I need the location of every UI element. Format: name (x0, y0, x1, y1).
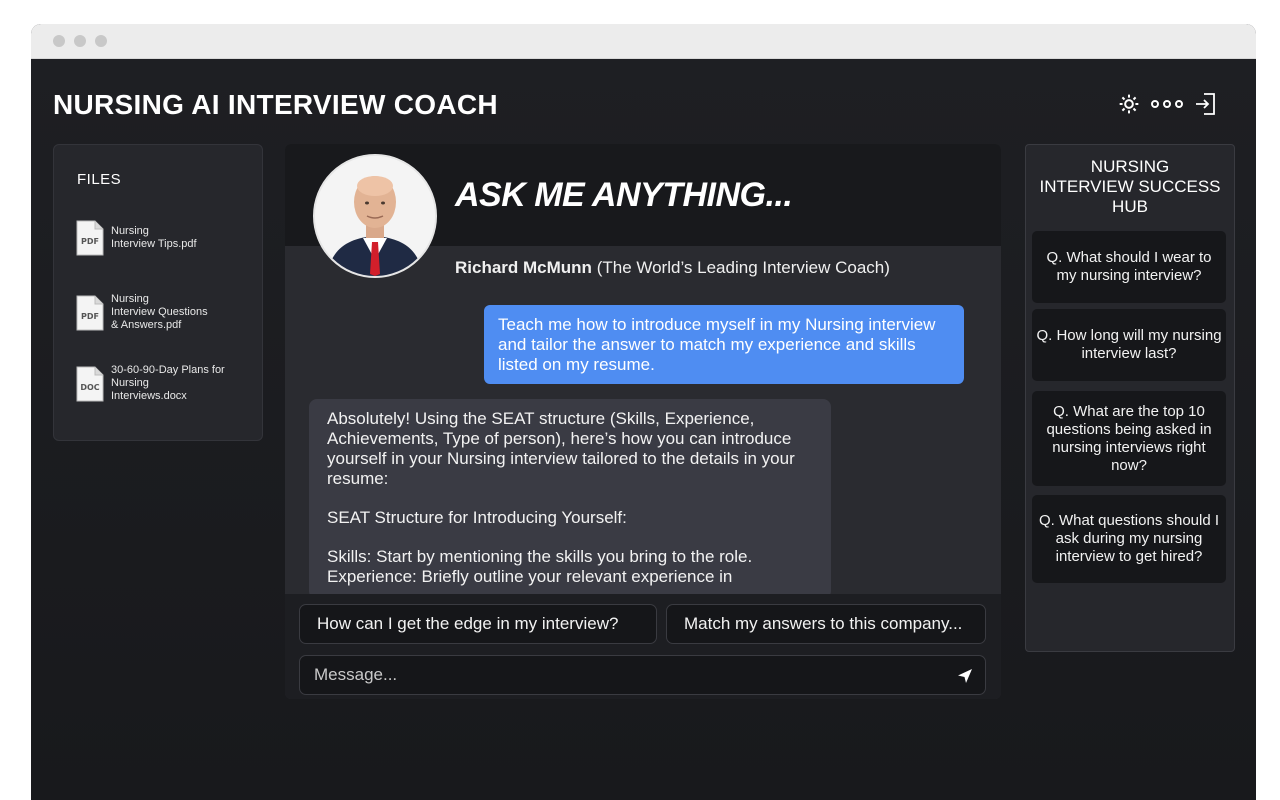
success-hub-panel: NURSING INTERVIEW SUCCESS HUB Q. What sh… (1025, 144, 1235, 652)
files-title: FILES (77, 171, 122, 188)
gear-icon[interactable] (1118, 93, 1140, 115)
hub-question[interactable]: Q. What questions should I ask during my… (1032, 495, 1226, 583)
coach-avatar (313, 154, 437, 278)
coach-tagline: (The World’s Leading Interview Coach) (596, 258, 890, 277)
files-panel: FILES PDF Nursing Interview Tips.pdf PDF… (53, 144, 263, 441)
doc-file-icon: DOC (76, 366, 104, 402)
message-box (299, 655, 986, 695)
hub-question[interactable]: Q. What should I wear to my nursing inte… (1032, 231, 1226, 303)
app-body: NURSING AI INTERVIEW COACH FILES PDF Nur… (31, 59, 1256, 800)
file-item[interactable]: PDF Nursing Interview Questions & Answer… (76, 293, 239, 332)
bot-message-paragraph: SEAT Structure for Introducing Yourself: (327, 508, 627, 527)
chat-panel: ASK ME ANYTHING... Richard McMunn (The W… (285, 144, 1001, 699)
message-input[interactable] (300, 656, 968, 694)
chat-footer: How can I get the edge in my interview? … (285, 594, 1001, 699)
file-name: Nursing Interview Tips.pdf (111, 225, 197, 250)
pdf-file-icon: PDF (76, 220, 104, 256)
file-name: 30-60-90-Day Plans for Nursing Interview… (111, 364, 225, 402)
chat-heading: ASK ME ANYTHING... (455, 176, 793, 214)
bot-message-paragraph: Absolutely! Using the SEAT structure (Sk… (327, 409, 795, 488)
send-icon[interactable] (955, 666, 975, 686)
window-close-dot[interactable] (53, 35, 65, 47)
header-actions (1118, 92, 1216, 116)
suggestion-button[interactable]: How can I get the edge in my interview? (299, 604, 657, 644)
app-title: NURSING AI INTERVIEW COACH (53, 89, 498, 120)
bot-message-paragraph: Skills: Start by mentioning the skills y… (327, 547, 753, 586)
window-maximize-dot[interactable] (95, 35, 107, 47)
user-message: Teach me how to introduce myself in my N… (484, 305, 964, 384)
coach-name: Richard McMunn (455, 258, 592, 277)
file-item[interactable]: PDF Nursing Interview Tips.pdf (76, 220, 239, 256)
bot-message: Absolutely! Using the SEAT structure (Sk… (309, 399, 831, 599)
hub-question[interactable]: Q. How long will my nursing interview la… (1032, 309, 1226, 381)
hub-question[interactable]: Q. What are the top 10 questions being a… (1032, 391, 1226, 486)
window-minimize-dot[interactable] (74, 35, 86, 47)
file-item[interactable]: DOC 30-60-90-Day Plans for Nursing Inter… (76, 364, 239, 403)
app-window: NURSING AI INTERVIEW COACH FILES PDF Nur… (31, 24, 1256, 800)
hub-title: NURSING INTERVIEW SUCCESS HUB (1039, 157, 1221, 216)
file-name: Nursing Interview Questions & Answers.pd… (111, 293, 208, 331)
pdf-file-icon: PDF (76, 295, 104, 331)
coach-credit: Richard McMunn (The World’s Leading Inte… (455, 258, 890, 278)
suggestion-button[interactable]: Match my answers to this company... (666, 604, 986, 644)
more-icon[interactable] (1150, 99, 1184, 109)
logout-icon[interactable] (1194, 92, 1216, 116)
window-titlebar (31, 24, 1256, 59)
